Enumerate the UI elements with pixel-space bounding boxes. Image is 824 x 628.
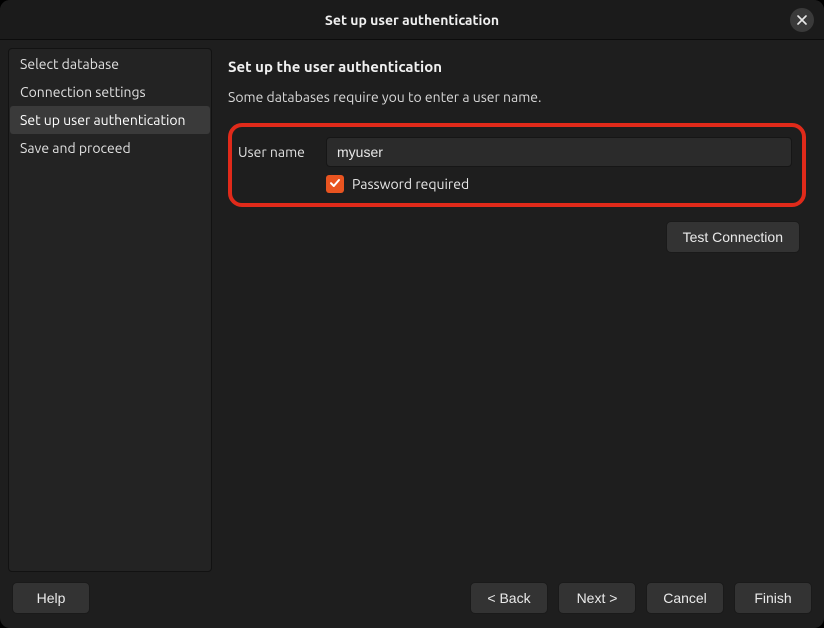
button-label: Cancel	[663, 590, 707, 606]
button-label: Help	[37, 590, 66, 606]
close-icon	[797, 11, 807, 29]
button-label: Next >	[577, 590, 618, 606]
password-required-row: Password required	[238, 175, 792, 193]
dialog-footer: Help < Back Next > Cancel Finish	[0, 572, 824, 628]
button-label: < Back	[487, 590, 530, 606]
button-label: Test Connection	[683, 229, 783, 245]
sidebar-item-label: Connection settings	[20, 84, 146, 100]
titlebar: Set up user authentication	[0, 0, 824, 40]
password-required-checkbox[interactable]	[326, 175, 344, 193]
username-row: User name	[238, 137, 792, 167]
page-description: Some databases require you to enter a us…	[228, 89, 808, 105]
sidebar-item-connection-settings[interactable]: Connection settings	[10, 78, 210, 106]
close-button[interactable]	[790, 8, 814, 32]
sidebar-item-user-authentication[interactable]: Set up user authentication	[10, 106, 210, 134]
page-title: Set up the user authentication	[228, 58, 808, 75]
help-button[interactable]: Help	[12, 582, 90, 614]
button-label: Finish	[754, 590, 791, 606]
back-button[interactable]: < Back	[470, 582, 548, 614]
username-label: User name	[238, 144, 316, 160]
sidebar-item-label: Save and proceed	[20, 140, 131, 156]
sidebar-item-select-database[interactable]: Select database	[10, 50, 210, 78]
cancel-button[interactable]: Cancel	[646, 582, 724, 614]
check-icon	[329, 175, 341, 193]
finish-button[interactable]: Finish	[734, 582, 812, 614]
username-input[interactable]	[326, 137, 792, 167]
window-title: Set up user authentication	[325, 12, 499, 28]
sidebar-item-label: Set up user authentication	[20, 112, 186, 128]
sidebar-item-save-and-proceed[interactable]: Save and proceed	[10, 134, 210, 162]
main-panel: Set up the user authentication Some data…	[212, 48, 816, 572]
next-button[interactable]: Next >	[558, 582, 636, 614]
wizard-window: Set up user authentication Select databa…	[0, 0, 824, 628]
wizard-steps-sidebar: Select database Connection settings Set …	[8, 48, 212, 572]
dialog-body: Select database Connection settings Set …	[0, 40, 824, 572]
sidebar-item-label: Select database	[20, 56, 119, 72]
password-required-label: Password required	[352, 176, 469, 192]
test-connection-row: Test Connection	[228, 221, 800, 253]
test-connection-button[interactable]: Test Connection	[666, 221, 800, 253]
highlighted-auth-section: User name Password required	[228, 123, 806, 207]
